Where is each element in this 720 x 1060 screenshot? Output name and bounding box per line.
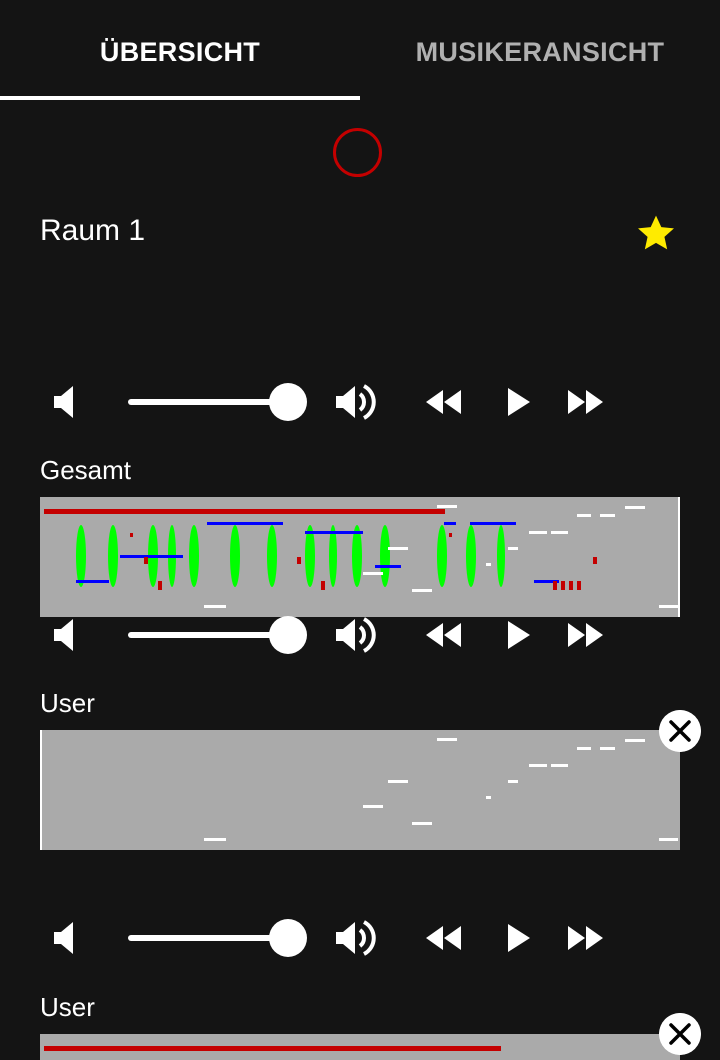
track-edge-right bbox=[678, 497, 680, 617]
volume-up-icon[interactable] bbox=[334, 913, 378, 963]
volume-slider-thumb[interactable] bbox=[269, 919, 307, 957]
fast-forward-icon[interactable] bbox=[566, 610, 606, 660]
playhead-bar bbox=[44, 1046, 501, 1051]
volume-mute-icon[interactable] bbox=[52, 913, 80, 963]
volume-slider-thumb[interactable] bbox=[269, 383, 307, 421]
favorite-star-icon[interactable] bbox=[634, 211, 678, 255]
record-indicator-icon[interactable] bbox=[333, 128, 382, 177]
track-label: Gesamt bbox=[40, 455, 132, 485]
volume-up-icon[interactable] bbox=[334, 377, 378, 427]
remove-track-close-icon[interactable] bbox=[659, 710, 701, 752]
note-roll bbox=[204, 738, 678, 841]
playback-controls-gesamt bbox=[0, 610, 720, 660]
track-gesamt[interactable] bbox=[40, 497, 680, 617]
playback-controls-user-1 bbox=[0, 913, 720, 963]
fast-forward-icon[interactable] bbox=[566, 913, 606, 963]
volume-up-icon[interactable] bbox=[334, 610, 378, 660]
play-icon[interactable] bbox=[504, 913, 532, 963]
remove-track-close-icon[interactable] bbox=[659, 1013, 701, 1055]
tab-indicator bbox=[0, 96, 360, 100]
play-icon[interactable] bbox=[504, 610, 532, 660]
rewind-icon[interactable] bbox=[424, 913, 464, 963]
note-roll bbox=[44, 1046, 501, 1051]
fast-forward-icon[interactable] bbox=[566, 377, 606, 427]
track-label: User bbox=[40, 992, 95, 1022]
tab-bar: ÜBERSICHT MUSIKERANSICHT bbox=[0, 0, 720, 100]
white-notes bbox=[204, 738, 678, 841]
volume-mute-icon[interactable] bbox=[52, 610, 80, 660]
red-notes bbox=[130, 533, 597, 590]
playback-controls-room bbox=[0, 377, 720, 427]
playhead-bar bbox=[44, 509, 445, 514]
volume-mute-icon[interactable] bbox=[52, 377, 80, 427]
track-label: User bbox=[40, 688, 95, 718]
note-roll bbox=[44, 505, 678, 608]
rewind-icon[interactable] bbox=[424, 610, 464, 660]
tab-uebersicht[interactable]: ÜBERSICHT bbox=[0, 0, 360, 100]
tab-musikeransicht[interactable]: MUSIKERANSICHT bbox=[360, 0, 720, 100]
play-icon[interactable] bbox=[504, 377, 532, 427]
room-title: Raum 1 bbox=[40, 214, 146, 247]
track-user-2[interactable] bbox=[40, 1034, 680, 1060]
track-user-1[interactable] bbox=[40, 730, 680, 850]
track-edge-left bbox=[40, 730, 42, 850]
rewind-icon[interactable] bbox=[424, 377, 464, 427]
volume-slider-thumb[interactable] bbox=[269, 616, 307, 654]
